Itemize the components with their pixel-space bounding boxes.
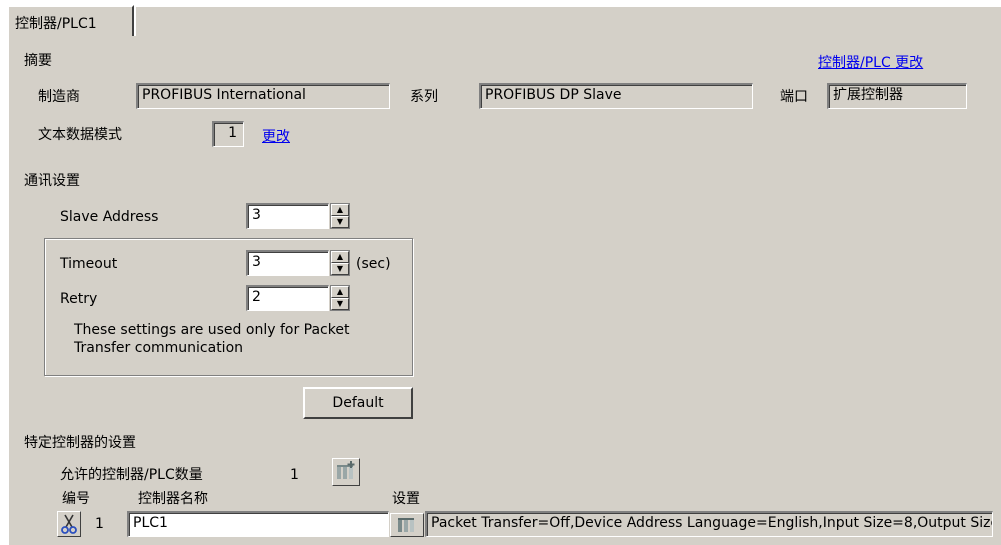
allowed-count-label: 允许的控制器/PLC数量 [60, 467, 203, 483]
series-field: PROFIBUS DP Slave [479, 83, 753, 109]
timeout-stepper[interactable]: ▲ ▼ [330, 250, 350, 276]
tab-strip-fill [136, 5, 1001, 36]
slave-address-input[interactable]: 3 [246, 203, 329, 229]
packet-note-line2: Transfer communication [74, 340, 244, 356]
allowed-count-value: 1 [290, 467, 299, 483]
col-name-header: 控制器名称 [138, 491, 208, 507]
timeout-unit: (sec) [356, 256, 391, 272]
text-mode-label: 文本数据模式 [38, 127, 122, 143]
tab-label: 控制器/PLC1 [15, 15, 97, 32]
timeout-input[interactable]: 3 [246, 250, 329, 276]
settings-icon[interactable] [390, 513, 424, 537]
down-arrow-icon[interactable]: ▼ [331, 263, 349, 275]
device-name-input[interactable]: PLC1 [127, 511, 389, 537]
plc-change-link[interactable]: 控制器/PLC 更改 [818, 52, 923, 72]
port-label: 端口 [780, 89, 808, 105]
add-device-icon[interactable] [332, 458, 360, 486]
col-settings-header: 设置 [392, 491, 420, 507]
down-arrow-icon[interactable]: ▼ [331, 216, 349, 228]
comm-heading: 通讯设置 [24, 173, 80, 189]
col-number-header: 编号 [62, 491, 90, 507]
scissors-icon[interactable] [57, 511, 81, 537]
packet-note-line1: These settings are used only for Packet [74, 322, 350, 338]
up-arrow-icon[interactable]: ▲ [331, 251, 349, 263]
retry-label: Retry [60, 291, 98, 307]
maker-field: PROFIBUS International [136, 83, 390, 109]
device-row-number: 1 [95, 516, 104, 532]
tab-plc1[interactable]: 控制器/PLC1 [7, 5, 134, 38]
timeout-label: Timeout [60, 256, 118, 272]
slave-address-label: Slave Address [60, 209, 159, 225]
retry-stepper[interactable]: ▲ ▼ [330, 285, 350, 311]
up-arrow-icon[interactable]: ▲ [331, 204, 349, 216]
maker-label: 制造商 [38, 89, 80, 105]
text-mode-field: 1 [212, 121, 244, 147]
device-settings-field: Packet Transfer=Off,Device Address Langu… [425, 511, 993, 537]
device-heading: 特定控制器的设置 [24, 435, 136, 451]
slave-address-stepper[interactable]: ▲ ▼ [330, 203, 350, 229]
text-mode-change-link[interactable]: 更改 [262, 126, 290, 146]
summary-heading: 摘要 [24, 53, 52, 69]
port-field: 扩展控制器 [827, 83, 967, 109]
series-label: 系列 [410, 89, 438, 105]
down-arrow-icon[interactable]: ▼ [331, 298, 349, 310]
up-arrow-icon[interactable]: ▲ [331, 286, 349, 298]
retry-input[interactable]: 2 [246, 285, 329, 311]
default-button[interactable]: Default [303, 387, 413, 419]
